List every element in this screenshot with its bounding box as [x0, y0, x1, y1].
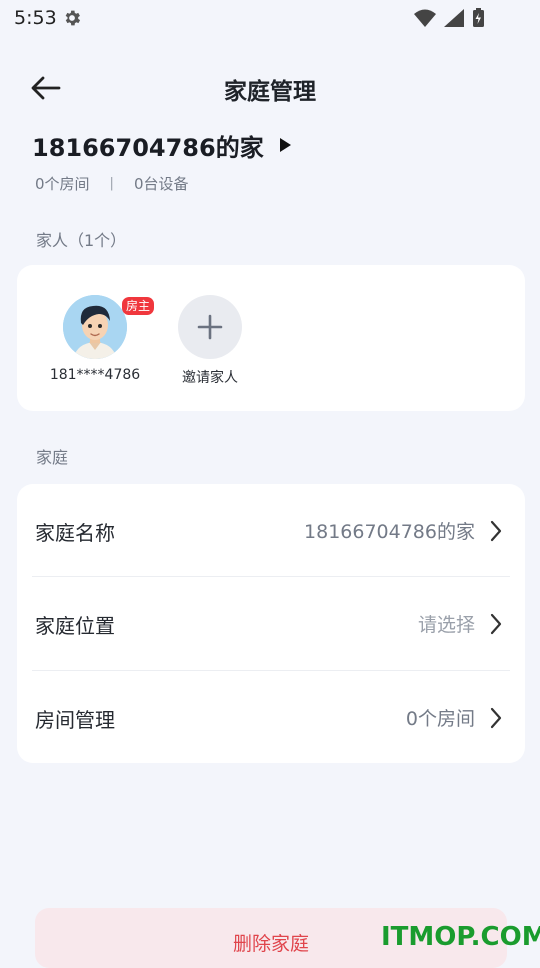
stats-separator: |	[109, 176, 114, 191]
room-count: 0个房间	[35, 175, 90, 193]
avatar	[63, 295, 127, 359]
device-count: 0台设备	[133, 175, 189, 193]
invite-member-button[interactable]: 邀请家人	[150, 295, 270, 387]
member-name: 181****4786	[49, 367, 141, 383]
row-value: 0个房间	[405, 708, 475, 730]
delete-home-label: 删除家庭	[232, 933, 309, 955]
status-time: 5:53	[14, 7, 57, 29]
row-value: 请选择	[417, 614, 475, 636]
avatar-boy-icon	[63, 295, 127, 359]
invite-circle	[178, 295, 242, 359]
settings-gear-icon	[65, 10, 81, 26]
home-name: 18166704786的家	[32, 133, 264, 162]
row-label: 家庭位置	[35, 614, 115, 638]
home-switcher[interactable]: 18166704786的家	[32, 128, 292, 162]
member-item[interactable]: 房主 181****4786	[35, 295, 155, 383]
row-label: 房间管理	[35, 708, 115, 732]
chevron-right-icon	[490, 707, 502, 729]
plus-icon	[197, 314, 223, 340]
signal-icon	[444, 9, 464, 27]
family-settings-card: 家庭名称 18166704786的家 家庭位置 请选择 房间管理 0个房间	[17, 484, 525, 763]
row-label: 家庭名称	[35, 521, 115, 545]
room-management-row[interactable]: 房间管理 0个房间	[17, 671, 525, 764]
home-name-row[interactable]: 家庭名称 18166704786的家	[17, 484, 525, 577]
page-title: 家庭管理	[224, 79, 316, 105]
members-card: 房主 181****4786 邀请家人	[17, 265, 525, 411]
system-status-icons	[414, 8, 484, 27]
home-location-row[interactable]: 家庭位置 请选择	[17, 577, 525, 670]
invite-label: 邀请家人	[182, 370, 238, 386]
chevron-right-icon	[490, 613, 502, 635]
watermark-logo: ITMOP.COM	[381, 922, 540, 952]
row-value: 18166704786的家	[304, 521, 475, 543]
members-section-label: 家人（1个）	[36, 231, 127, 250]
wifi-icon	[414, 9, 436, 27]
home-stats: 0个房间 | 0台设备	[35, 173, 188, 194]
family-section-label: 家庭	[36, 448, 69, 467]
chevron-right-icon	[490, 520, 502, 542]
app-header: 家庭管理	[0, 64, 540, 112]
status-bar: 5:53	[0, 0, 540, 36]
triangle-right-icon	[279, 138, 291, 152]
